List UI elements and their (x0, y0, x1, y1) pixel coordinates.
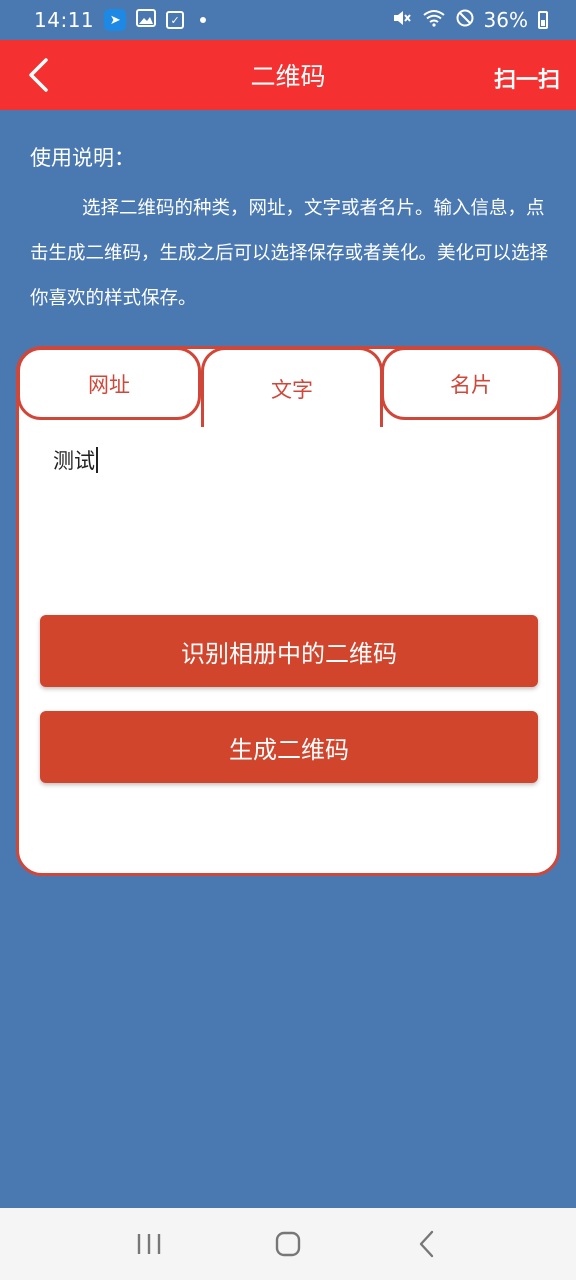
app-header: 二维码 扫一扫 (0, 40, 576, 110)
text-input[interactable]: 测试 (53, 445, 523, 585)
battery-percent: 36% (483, 8, 528, 32)
page-title: 二维码 (250, 62, 326, 91)
back-button[interactable] (18, 54, 58, 96)
tab-text-label: 文字 (271, 377, 313, 402)
instructions-title: 使用说明： (30, 146, 135, 170)
tab-url[interactable]: 网址 (17, 347, 201, 420)
mute-icon (392, 8, 412, 32)
location-app-icon: ➤ (104, 9, 127, 31)
recent-apps-button[interactable] (119, 1214, 179, 1274)
scan-album-qr-button[interactable]: 识别相册中的二维码 (40, 615, 538, 687)
recent-apps-icon (138, 1234, 161, 1254)
tab-business-card[interactable]: 名片 (381, 347, 561, 420)
instructions-body: 选择二维码的种类，网址，文字或者名片。输入信息，点击生成二维码，生成之后可以选择… (30, 198, 549, 309)
scan-button[interactable]: 扫一扫 (494, 62, 560, 94)
battery-icon (538, 11, 548, 29)
tab-business-card-label: 名片 (450, 372, 492, 397)
instructions: 使用说明： 选择二维码的种类，网址，文字或者名片。输入信息，点击生成二维码，生成… (30, 142, 550, 321)
checkbox-icon: ✓ (166, 11, 185, 29)
text-input-value: 测试 (53, 449, 95, 473)
tab-url-label: 网址 (88, 372, 130, 397)
status-right: 36% (392, 8, 548, 32)
home-icon (275, 1231, 301, 1257)
status-left: 14:11 ➤ ✓ (34, 8, 207, 32)
gallery-icon (136, 8, 157, 32)
do-not-disturb-icon (456, 8, 474, 32)
tab-text[interactable]: 文字 (201, 347, 383, 427)
status-time: 14:11 (34, 8, 95, 32)
qr-input-card: 网址 名片 文字 测试 识别相册中的二维码 生成二维码 (16, 346, 561, 876)
home-button[interactable] (258, 1214, 318, 1274)
generate-qr-button[interactable]: 生成二维码 (40, 711, 538, 783)
nav-back-button[interactable] (397, 1214, 457, 1274)
text-cursor (96, 447, 98, 473)
system-nav-bar (0, 1208, 576, 1280)
notification-dot-icon (200, 17, 207, 23)
wifi-icon (422, 8, 446, 32)
back-chevron-icon (29, 58, 48, 92)
status-bar: 14:11 ➤ ✓ 36% (0, 0, 576, 40)
back-icon (419, 1230, 433, 1258)
